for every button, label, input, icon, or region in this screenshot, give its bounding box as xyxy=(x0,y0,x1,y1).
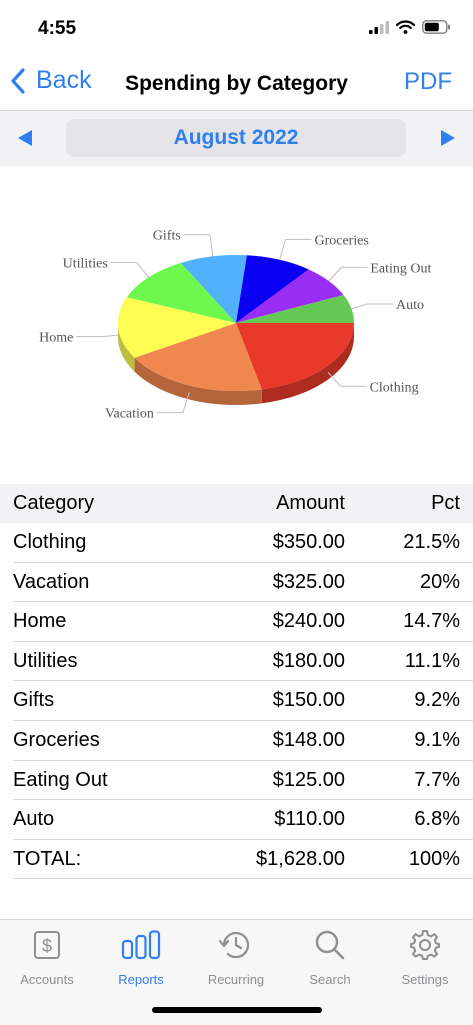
previous-month-arrow-icon[interactable] xyxy=(16,129,34,147)
tab-label: Accounts xyxy=(20,972,74,987)
row-pct: 21.5% xyxy=(403,531,460,553)
pie-label-vacation: Vacation xyxy=(105,407,154,422)
row-category: Groceries xyxy=(13,728,100,751)
row-pct: 11.1% xyxy=(404,649,460,672)
tab-label: Settings xyxy=(401,972,449,987)
header-pct: Pct xyxy=(431,492,460,514)
cellular-signal-icon xyxy=(369,20,389,34)
row-amount: $125.00 xyxy=(272,768,345,791)
table-total-row: TOTAL: $1,628.00 100% xyxy=(0,840,473,880)
table-row[interactable]: Eating Out $125.00 7.7% xyxy=(0,761,473,801)
tab-search[interactable]: Search xyxy=(283,928,377,987)
table-header: Category Amount Pct xyxy=(0,484,473,523)
svg-text:$: $ xyxy=(42,936,52,956)
tab-accounts[interactable]: $ Accounts xyxy=(0,928,94,987)
pie-chart-svg: Clothing Vacation Home Utilities Gifts Grocer… xyxy=(39,229,431,422)
status-bar: 4:55 xyxy=(0,0,473,56)
clock-arrows-icon xyxy=(218,932,250,959)
tab-label: Search xyxy=(309,972,351,987)
row-pct: 9.2% xyxy=(414,689,460,712)
table-row[interactable]: Auto $110.00 6.8% xyxy=(0,800,473,840)
header-amount: Amount xyxy=(276,492,345,514)
table-row[interactable]: Clothing $350.00 21.5% xyxy=(0,523,473,563)
pie-chart: Clothing Vacation Home Utilities Gifts Grocer… xyxy=(0,166,473,484)
bar-chart-icon xyxy=(121,930,161,960)
home-indicator xyxy=(152,1007,322,1013)
header-category: Category xyxy=(13,492,95,514)
pie-leader-line xyxy=(279,238,312,260)
row-category: Eating Out xyxy=(13,768,108,791)
row-amount: $110.00 xyxy=(274,808,345,831)
status-icons xyxy=(369,20,451,34)
row-amount: $325.00 xyxy=(272,570,345,593)
table-row[interactable]: Home $240.00 14.7% xyxy=(0,602,473,642)
pie-label-eating-out: Eating Out xyxy=(370,261,431,276)
row-pct: 7.7% xyxy=(414,768,460,791)
row-category: Home xyxy=(13,610,67,633)
row-category: Auto xyxy=(13,808,55,831)
month-label[interactable]: August 2022 xyxy=(66,119,406,157)
row-pct: 14.7% xyxy=(403,610,460,633)
battery-icon xyxy=(422,20,450,34)
pie-label-utilities: Utilities xyxy=(63,257,108,272)
gear-icon xyxy=(410,930,440,960)
navigation-bar: Back Spending by Category PDF xyxy=(0,56,473,111)
row-amount: $150.00 xyxy=(272,689,345,712)
row-category: Vacation xyxy=(13,570,90,593)
table-row[interactable]: Vacation $325.00 20% xyxy=(0,563,473,603)
row-pct: 9.1% xyxy=(414,728,460,751)
magnifier-icon xyxy=(315,930,345,960)
month-selector: August 2022 xyxy=(0,111,473,166)
status-time: 4:55 xyxy=(38,18,77,39)
row-amount: $148.00 xyxy=(272,728,345,751)
tab-reports[interactable]: Reports xyxy=(94,928,188,987)
row-amount: $180.00 xyxy=(272,649,345,672)
pie-leader-line xyxy=(328,266,368,282)
pie-label-gifts: Gifts xyxy=(153,229,181,244)
next-month-arrow-icon[interactable] xyxy=(439,129,457,147)
pie-leader-line xyxy=(110,262,150,278)
wifi-icon xyxy=(396,20,415,34)
row-amount: $240.00 xyxy=(272,610,345,633)
pie-label-clothing: Clothing xyxy=(370,380,419,395)
pie-leader-line xyxy=(76,334,119,338)
row-amount: $350.00 xyxy=(272,531,345,553)
dollar-bill-icon: $ xyxy=(34,931,60,959)
table-row[interactable]: Gifts $150.00 9.2% xyxy=(0,681,473,721)
pie-label-home: Home xyxy=(39,331,73,346)
row-category: Gifts xyxy=(13,689,55,712)
total-amount: $1,628.00 xyxy=(256,847,345,870)
category-table: Category Amount Pct Clothing $350.00 21.… xyxy=(0,484,473,879)
pdf-button[interactable]: PDF xyxy=(404,68,452,96)
tab-recurring[interactable]: Recurring xyxy=(189,928,283,987)
table-row[interactable]: Groceries $148.00 9.1% xyxy=(0,721,473,761)
row-pct: 20% xyxy=(419,570,460,593)
row-pct: 6.8% xyxy=(414,808,460,831)
tab-label: Recurring xyxy=(207,972,265,987)
pie-leader-line xyxy=(183,234,214,257)
tab-label: Reports xyxy=(118,972,164,987)
table-row[interactable]: Utilities $180.00 11.1% xyxy=(0,642,473,682)
pie-leader-line xyxy=(351,303,393,310)
row-category: Clothing xyxy=(13,531,87,553)
page-title: Spending by Category xyxy=(125,72,348,95)
pie-label-auto: Auto xyxy=(396,298,424,313)
total-pct: 100% xyxy=(408,847,460,870)
pie-label-groceries: Groceries xyxy=(314,233,368,248)
row-category: Utilities xyxy=(13,649,78,672)
tab-settings[interactable]: Settings xyxy=(378,928,472,987)
total-label: TOTAL: xyxy=(13,847,82,870)
